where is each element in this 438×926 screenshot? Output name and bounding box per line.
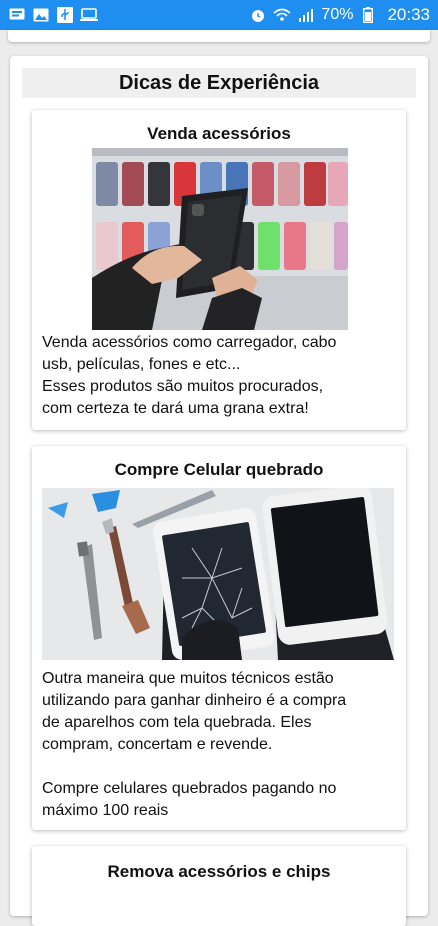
card-line: máximo 100 reais (42, 802, 169, 819)
card-line: Venda acessórios como carregador, cabo (42, 334, 337, 351)
card-line: utilizando para ganhar dinheiro é a comp… (42, 692, 347, 709)
card-line: Esses produtos são muitos procurados, (42, 378, 324, 395)
card-line: de aparelhos com tela quebrada. Eles (42, 714, 312, 731)
card-line: Compre celulares quebrados pagando no (42, 780, 337, 797)
clock: 20:33 (387, 5, 430, 24)
card-line (42, 756, 402, 778)
gallery-icon (32, 7, 50, 23)
accessories-photo (92, 148, 348, 330)
card-title: Compre Celular quebrado (114, 460, 324, 479)
signal-icon (297, 7, 315, 23)
tip-card-remove-accessories[interactable]: Remova acessórios e chips (32, 846, 406, 926)
card-title: Venda acessórios (147, 124, 291, 143)
tip-card-buy-broken-phone[interactable]: Compre Celular quebrado Outra maneira qu… (32, 446, 406, 830)
system-icons: 70% 20:33 (249, 5, 430, 25)
experience-tips-section: Dicas de Experiência Venda acessórios Ve… (10, 56, 428, 926)
section-title: Dicas de Experiência (22, 68, 416, 98)
message-icon (8, 7, 26, 23)
card-title: Remova acessórios e chips (107, 862, 331, 881)
card-line: com certeza te dará uma grana extra! (42, 400, 309, 417)
card-description: Outra maneira que muitos técnicos estão … (42, 668, 402, 822)
usb-icon (56, 7, 74, 23)
battery-percent: 70% (321, 6, 354, 23)
card-line: compram, concertam e revende. (42, 736, 273, 753)
card-description: Venda acessórios como carregador, cabo u… (42, 332, 402, 420)
status-bar: 70% 20:33 (0, 0, 438, 30)
notification-icons (8, 7, 98, 23)
broken-phone-photo (42, 485, 394, 660)
tip-card-sell-accessories[interactable]: Venda acessórios Venda acessórios como c… (32, 110, 406, 430)
alarm-icon (249, 7, 267, 23)
card-line: Outra maneira que muitos técnicos estão (42, 670, 334, 687)
battery-icon (359, 7, 377, 23)
laptop-icon (80, 7, 98, 23)
wifi-icon (273, 7, 291, 23)
previous-card (8, 30, 430, 42)
card-line: usb, películas, fones e etc... (42, 356, 241, 373)
